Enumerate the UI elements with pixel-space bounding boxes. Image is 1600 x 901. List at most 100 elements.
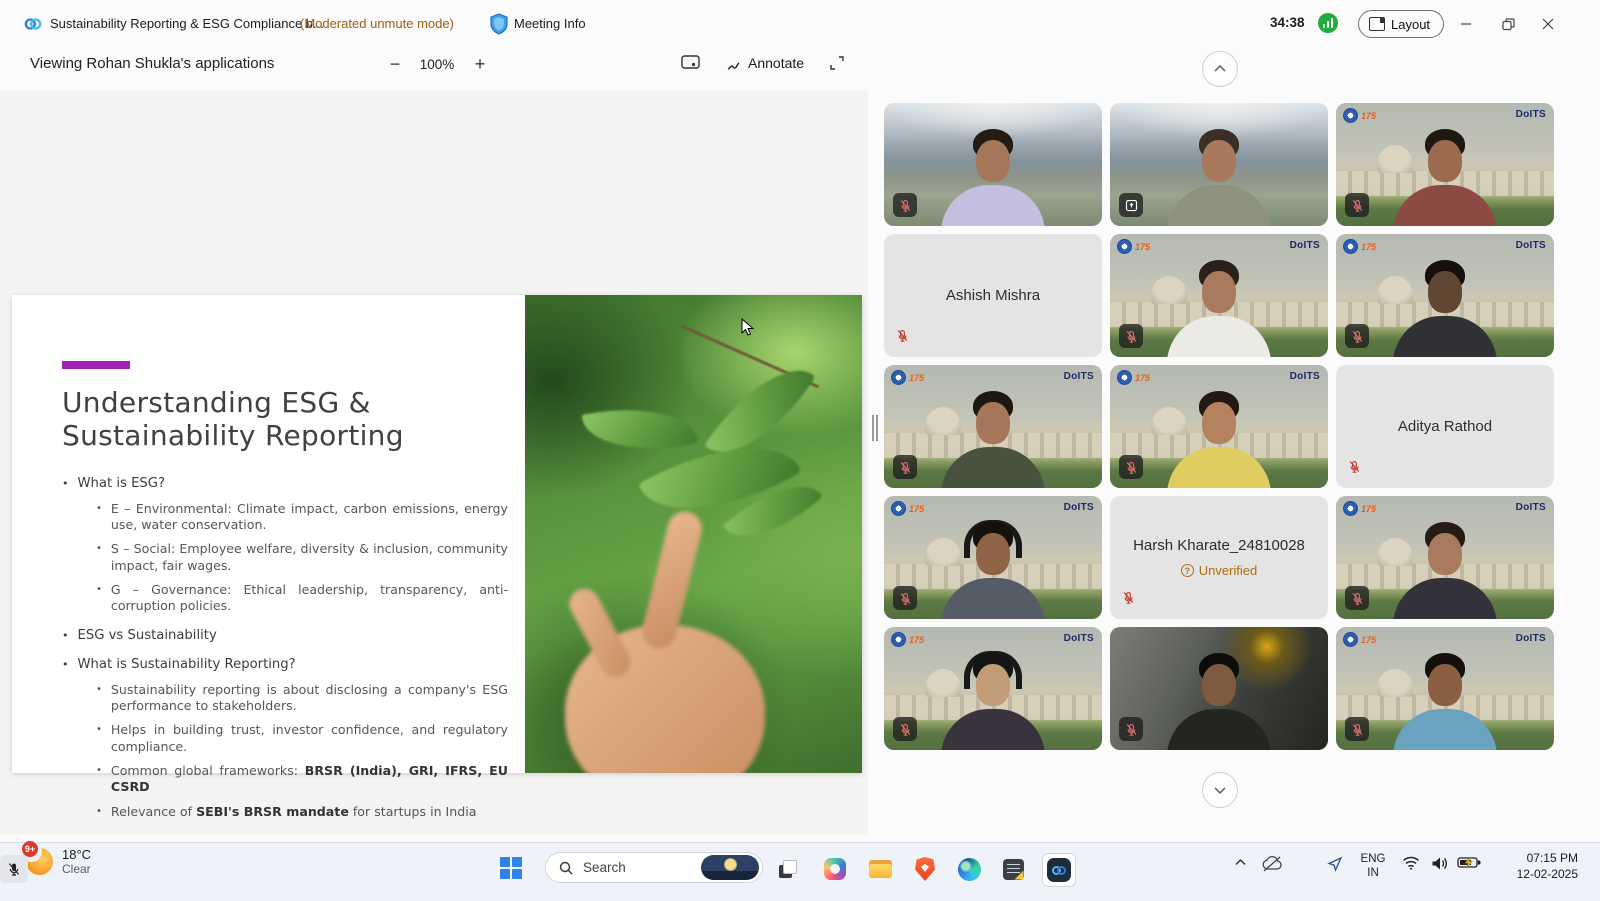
scroll-more-participants-button[interactable]: [1202, 772, 1238, 808]
chevron-up-icon: [1212, 61, 1228, 77]
close-button[interactable]: [1538, 14, 1558, 34]
mouse-cursor: [741, 318, 754, 337]
search-highlight-image: [701, 855, 759, 880]
webex-app-button-active[interactable]: [1042, 853, 1076, 887]
iit-roorkee-logo: 175: [1343, 108, 1376, 123]
clear-night-icon: 9+: [26, 848, 53, 875]
participant-tile[interactable]: Harsh Kharate_24810028 ?Unverified: [1110, 496, 1328, 619]
mic-muted-icon: [1345, 193, 1369, 217]
bullet-level2: •Helps in building trust, investor confi…: [96, 722, 508, 755]
tray-mic-muted-icon[interactable]: [0, 855, 28, 883]
bullet-level1: •What is ESG?: [62, 476, 508, 493]
panel-resize-handle[interactable]: [870, 414, 880, 442]
unverified-badge: ?Unverified: [1181, 563, 1258, 578]
bullet-level1: •ESG vs Sustainability: [62, 628, 508, 645]
moderated-unmute-note: (Moderated unmute mode): [300, 16, 454, 31]
participant-tile[interactable]: 175DoITS: [1110, 365, 1328, 488]
iit-roorkee-logo: 175: [891, 370, 924, 385]
doits-watermark: DoITS: [1064, 502, 1094, 513]
search-placeholder: Search: [583, 860, 691, 875]
bullet-level2: •Sustainability reporting is about discl…: [96, 682, 508, 715]
iit-roorkee-logo: 175: [891, 501, 924, 516]
collapse-panel-button[interactable]: [1202, 51, 1238, 87]
volume-icon[interactable]: [1426, 856, 1452, 871]
doits-watermark: DoITS: [1516, 633, 1546, 644]
search-icon: [559, 861, 573, 875]
iit-roorkee-logo: 175: [1343, 632, 1376, 647]
doits-watermark: DoITS: [1290, 371, 1320, 382]
bullet-level2: •Common global frameworks: BRSR (India),…: [96, 763, 508, 796]
layout-grid-icon: [1369, 17, 1385, 31]
participant-tile[interactable]: [884, 103, 1102, 226]
slide-bullet-list: •What is ESG?•E – Environmental: Climate…: [62, 463, 508, 820]
fullscreen-expand-icon[interactable]: [829, 55, 845, 71]
notepad-button[interactable]: [1000, 856, 1026, 882]
weather-widget[interactable]: 9+ 18°C Clear: [26, 847, 91, 876]
presentation-slide: Understanding ESG & Sustainability Repor…: [12, 295, 862, 773]
minimize-button[interactable]: [1456, 14, 1476, 34]
webex-icon: [1047, 858, 1071, 882]
restore-window-button[interactable]: [1498, 14, 1518, 34]
participant-tile[interactable]: 175 DoITS: [1336, 496, 1554, 619]
pen-icon: [726, 56, 741, 71]
slide-accent-bar: [62, 361, 130, 369]
file-explorer-button[interactable]: [867, 856, 893, 882]
participant-tile[interactable]: [1110, 627, 1328, 750]
mic-muted-icon: [895, 328, 915, 348]
mic-muted-icon: [1121, 590, 1141, 610]
language-indicator[interactable]: ENGIN: [1356, 852, 1390, 881]
mic-muted-icon: [893, 717, 917, 741]
annotate-button[interactable]: Annotate: [726, 55, 804, 71]
title-bar: Sustainability Reporting & ESG Complianc…: [0, 0, 1600, 47]
webex-logo-icon: [24, 15, 42, 33]
participant-tile[interactable]: 175 DoITS: [1336, 627, 1554, 750]
zoom-out-button[interactable]: −: [385, 54, 405, 75]
participant-tile[interactable]: 175DoITS: [884, 627, 1102, 750]
annotate-label: Annotate: [748, 55, 804, 71]
mic-muted-icon: [1347, 459, 1367, 479]
zoom-in-button[interactable]: +: [470, 54, 490, 75]
participant-tile[interactable]: Ashish Mishra: [884, 234, 1102, 357]
iit-roorkee-logo: 175: [1343, 501, 1376, 516]
participant-tile[interactable]: 175DoITS: [1336, 234, 1554, 357]
iit-roorkee-logo: 175: [1117, 239, 1150, 254]
participant-tile[interactable]: 175DoITS: [884, 365, 1102, 488]
meeting-info-shield-icon: [489, 13, 509, 35]
mic-muted-icon: [893, 455, 917, 479]
participant-tile[interactable]: 175 DoITS: [884, 496, 1102, 619]
edge-browser-button[interactable]: [956, 856, 982, 882]
mic-muted-icon: [1119, 324, 1143, 348]
doits-watermark: DoITS: [1516, 109, 1546, 120]
participant-tile[interactable]: 175 DoITS: [1336, 103, 1554, 226]
clock-date[interactable]: 07:15 PM 12-02-2025: [1498, 850, 1578, 882]
start-button[interactable]: [500, 857, 522, 879]
sharing-indicator-icon: [1119, 193, 1143, 217]
doits-watermark: DoITS: [1516, 502, 1546, 513]
shared-screen-icon[interactable]: [681, 55, 700, 72]
doits-watermark: DoITS: [1064, 633, 1094, 644]
connection-quality-icon[interactable]: [1318, 13, 1338, 33]
mic-muted-icon: [1345, 324, 1369, 348]
wifi-icon[interactable]: [1398, 856, 1424, 870]
location-active-icon[interactable]: [1322, 856, 1348, 872]
participant-name: Harsh Kharate_24810028: [1133, 537, 1305, 554]
onedrive-paused-icon[interactable]: [1258, 856, 1286, 872]
tray-chevron-up[interactable]: [1228, 856, 1252, 869]
tray-date: 12-02-2025: [1498, 866, 1578, 882]
participant-tile[interactable]: 175DoITS: [1110, 234, 1328, 357]
battery-charging-icon[interactable]: [1454, 856, 1484, 869]
meeting-info-button[interactable]: Meeting Info: [514, 16, 586, 31]
meeting-title: Sustainability Reporting & ESG Complianc…: [50, 16, 324, 31]
mic-muted-icon: [1345, 717, 1369, 741]
leaf-photo: [525, 295, 862, 773]
tray-time: 07:15 PM: [1498, 850, 1578, 866]
copilot-button[interactable]: [822, 856, 848, 882]
brave-browser-button[interactable]: [912, 856, 938, 882]
participant-tile[interactable]: Aditya Rathod: [1336, 365, 1554, 488]
task-view-button[interactable]: [775, 856, 801, 882]
layout-button[interactable]: Layout: [1358, 10, 1444, 38]
bullet-level2: •G – Governance: Ethical leadership, tra…: [96, 582, 508, 615]
participant-tile[interactable]: [1110, 103, 1328, 226]
search-box[interactable]: Search: [545, 852, 763, 883]
zoom-level-value: 100%: [415, 57, 459, 72]
